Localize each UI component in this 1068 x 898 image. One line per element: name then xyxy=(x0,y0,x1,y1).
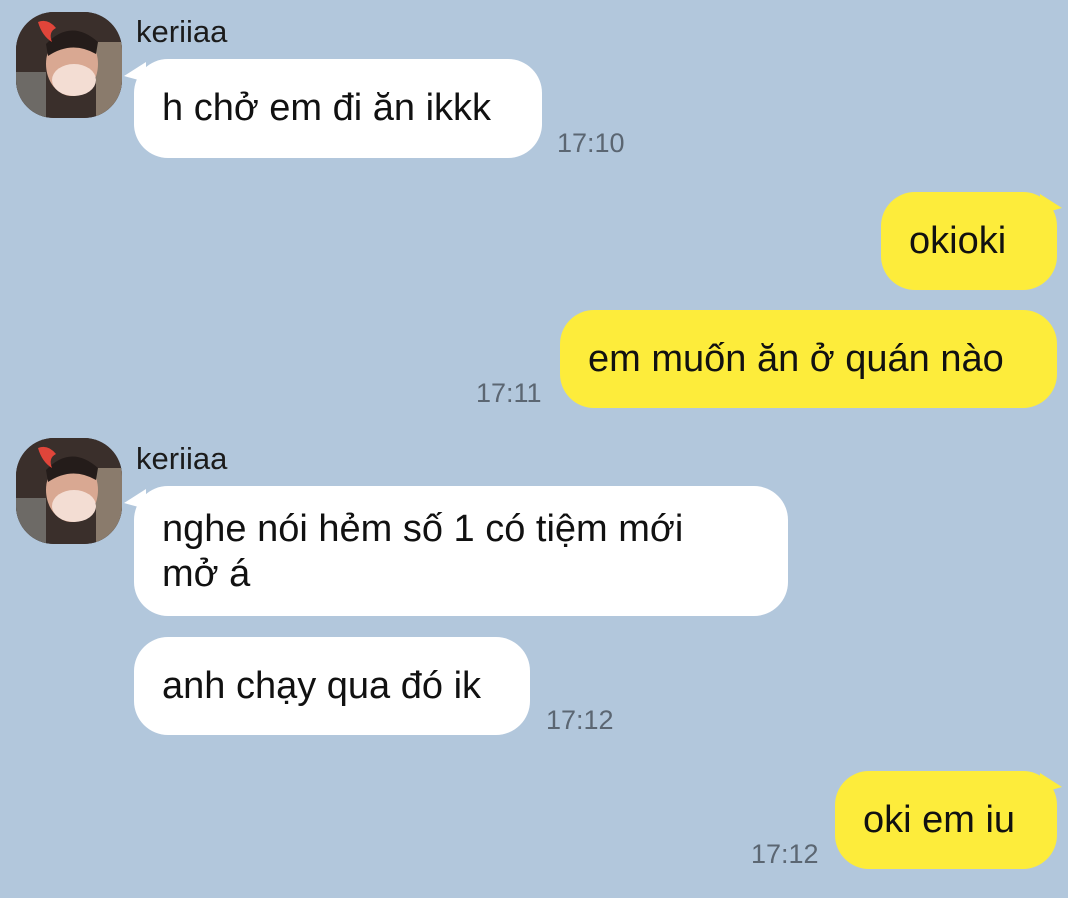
message-timestamp: 17:10 xyxy=(557,128,625,158)
message-text: oki em iu xyxy=(863,798,1016,841)
message-text: em muốn ăn ở quán nào xyxy=(588,337,1004,380)
avatar-image xyxy=(16,438,122,544)
incoming-message-bubble[interactable]: nghe nói hẻm số 1 có tiệm mới mở á xyxy=(134,486,788,616)
bubble-tail xyxy=(1040,773,1062,793)
message-text: okioki xyxy=(909,219,1007,262)
outgoing-message-bubble[interactable]: okioki xyxy=(881,192,1057,290)
message-text: nghe nói hẻm số 1 có tiệm mới mở á xyxy=(162,508,684,595)
bubble-tail xyxy=(1040,194,1062,214)
outgoing-message-bubble[interactable]: oki em iu xyxy=(835,771,1057,869)
incoming-message-bubble[interactable]: h chở em đi ăn ikkk xyxy=(134,59,542,158)
message-text: anh chạy qua đó ik xyxy=(162,664,482,707)
avatar-image xyxy=(16,12,122,118)
message-timestamp: 17:11 xyxy=(476,378,542,408)
message-text: h chở em đi ăn ikkk xyxy=(162,87,492,129)
sender-name: keriiaa xyxy=(136,14,228,49)
sender-name: keriiaa xyxy=(136,441,228,476)
contact-avatar[interactable] xyxy=(16,438,122,544)
message-timestamp: 17:12 xyxy=(751,839,819,869)
message-timestamp: 17:12 xyxy=(546,705,614,735)
outgoing-message-bubble[interactable]: em muốn ăn ở quán nào xyxy=(560,310,1057,408)
incoming-message-bubble[interactable]: anh chạy qua đó ik xyxy=(134,637,530,735)
contact-avatar[interactable] xyxy=(16,12,122,118)
